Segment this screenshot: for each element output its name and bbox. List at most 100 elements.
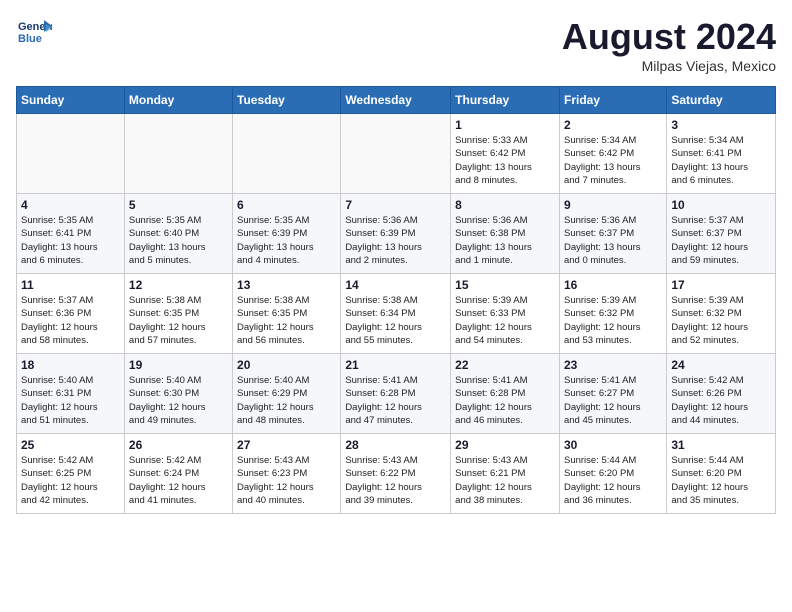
header-cell-saturday: Saturday bbox=[667, 87, 776, 114]
day-number: 1 bbox=[455, 118, 555, 132]
day-cell bbox=[17, 114, 125, 194]
day-cell: 7 Sunrise: 5:36 AM Sunset: 6:39 PM Daylig… bbox=[341, 194, 451, 274]
day-cell: 3 Sunrise: 5:34 AM Sunset: 6:41 PM Daylig… bbox=[667, 114, 776, 194]
day-number: 30 bbox=[564, 438, 662, 452]
day-info: Sunrise: 5:37 AM Sunset: 6:37 PM Dayligh… bbox=[671, 214, 771, 267]
day-info: Sunrise: 5:40 AM Sunset: 6:29 PM Dayligh… bbox=[237, 374, 336, 427]
day-cell: 4Sunrise: 5:35 AM Sunset: 6:41 PM Daylig… bbox=[17, 194, 125, 274]
header-cell-wednesday: Wednesday bbox=[341, 87, 451, 114]
day-number: 28 bbox=[345, 438, 446, 452]
day-info: Sunrise: 5:40 AM Sunset: 6:30 PM Dayligh… bbox=[129, 374, 228, 427]
day-cell bbox=[124, 114, 232, 194]
day-cell: 19 Sunrise: 5:40 AM Sunset: 6:30 PM Dayli… bbox=[124, 354, 232, 434]
day-cell bbox=[341, 114, 451, 194]
calendar-header: SundayMondayTuesdayWednesdayThursdayFrid… bbox=[17, 87, 776, 114]
day-number: 5 bbox=[129, 198, 228, 212]
header-cell-tuesday: Tuesday bbox=[233, 87, 341, 114]
logo: General Blue bbox=[16, 16, 56, 52]
day-info: Sunrise: 5:38 AM Sunset: 6:35 PM Dayligh… bbox=[129, 294, 228, 347]
day-number: 29 bbox=[455, 438, 555, 452]
day-info: Sunrise: 5:42 AM Sunset: 6:24 PM Dayligh… bbox=[129, 454, 228, 507]
week-row-5: 25 Sunrise: 5:42 AM Sunset: 6:25 PM Dayli… bbox=[17, 434, 776, 514]
day-cell: 27 Sunrise: 5:43 AM Sunset: 6:23 PM Dayli… bbox=[233, 434, 341, 514]
day-cell: 31 Sunrise: 5:44 AM Sunset: 6:20 PM Dayli… bbox=[667, 434, 776, 514]
day-info: Sunrise: 5:42 AM Sunset: 6:26 PM Dayligh… bbox=[671, 374, 771, 427]
day-number: 12 bbox=[129, 278, 228, 292]
day-info: Sunrise: 5:43 AM Sunset: 6:21 PM Dayligh… bbox=[455, 454, 555, 507]
day-cell: 18Sunrise: 5:40 AM Sunset: 6:31 PM Dayli… bbox=[17, 354, 125, 434]
day-info: Sunrise: 5:42 AM Sunset: 6:25 PM Dayligh… bbox=[21, 454, 120, 507]
day-number: 24 bbox=[671, 358, 771, 372]
day-cell: 1 Sunrise: 5:33 AM Sunset: 6:42 PM Daylig… bbox=[451, 114, 560, 194]
day-number: 16 bbox=[564, 278, 662, 292]
day-info: Sunrise: 5:39 AM Sunset: 6:32 PM Dayligh… bbox=[671, 294, 771, 347]
day-cell: 21 Sunrise: 5:41 AM Sunset: 6:28 PM Dayli… bbox=[341, 354, 451, 434]
day-number: 3 bbox=[671, 118, 771, 132]
day-info: Sunrise: 5:38 AM Sunset: 6:35 PM Dayligh… bbox=[237, 294, 336, 347]
logo-icon: General Blue bbox=[16, 16, 52, 52]
day-cell: 6 Sunrise: 5:35 AM Sunset: 6:39 PM Daylig… bbox=[233, 194, 341, 274]
title-block: August 2024 Milpas Viejas, Mexico bbox=[562, 16, 776, 74]
day-cell: 14 Sunrise: 5:38 AM Sunset: 6:34 PM Dayli… bbox=[341, 274, 451, 354]
day-info: Sunrise: 5:43 AM Sunset: 6:23 PM Dayligh… bbox=[237, 454, 336, 507]
day-number: 9 bbox=[564, 198, 662, 212]
day-info: Sunrise: 5:35 AM Sunset: 6:41 PM Dayligh… bbox=[21, 214, 120, 267]
day-info: Sunrise: 5:44 AM Sunset: 6:20 PM Dayligh… bbox=[671, 454, 771, 507]
day-cell: 24 Sunrise: 5:42 AM Sunset: 6:26 PM Dayli… bbox=[667, 354, 776, 434]
day-number: 18 bbox=[21, 358, 120, 372]
day-number: 22 bbox=[455, 358, 555, 372]
day-cell: 22Sunrise: 5:41 AM Sunset: 6:28 PM Dayli… bbox=[451, 354, 560, 434]
calendar-body: 1 Sunrise: 5:33 AM Sunset: 6:42 PM Daylig… bbox=[17, 114, 776, 514]
day-number: 20 bbox=[237, 358, 336, 372]
day-cell: 17 Sunrise: 5:39 AM Sunset: 6:32 PM Dayli… bbox=[667, 274, 776, 354]
calendar-table: SundayMondayTuesdayWednesdayThursdayFrid… bbox=[16, 86, 776, 514]
day-number: 2 bbox=[564, 118, 662, 132]
day-info: Sunrise: 5:34 AM Sunset: 6:42 PM Dayligh… bbox=[564, 134, 662, 187]
week-row-4: 18Sunrise: 5:40 AM Sunset: 6:31 PM Dayli… bbox=[17, 354, 776, 434]
day-info: Sunrise: 5:39 AM Sunset: 6:33 PM Dayligh… bbox=[455, 294, 555, 347]
day-number: 6 bbox=[237, 198, 336, 212]
header-row: SundayMondayTuesdayWednesdayThursdayFrid… bbox=[17, 87, 776, 114]
header-cell-friday: Friday bbox=[559, 87, 666, 114]
day-info: Sunrise: 5:36 AM Sunset: 6:38 PM Dayligh… bbox=[455, 214, 555, 267]
day-number: 15 bbox=[455, 278, 555, 292]
day-number: 19 bbox=[129, 358, 228, 372]
day-cell: 10Sunrise: 5:37 AM Sunset: 6:37 PM Dayli… bbox=[667, 194, 776, 274]
week-row-3: 11Sunrise: 5:37 AM Sunset: 6:36 PM Dayli… bbox=[17, 274, 776, 354]
day-number: 23 bbox=[564, 358, 662, 372]
week-row-2: 4Sunrise: 5:35 AM Sunset: 6:41 PM Daylig… bbox=[17, 194, 776, 274]
day-cell: 16Sunrise: 5:39 AM Sunset: 6:32 PM Dayli… bbox=[559, 274, 666, 354]
day-info: Sunrise: 5:36 AM Sunset: 6:39 PM Dayligh… bbox=[345, 214, 446, 267]
day-info: Sunrise: 5:33 AM Sunset: 6:42 PM Dayligh… bbox=[455, 134, 555, 187]
day-number: 25 bbox=[21, 438, 120, 452]
day-cell: 9 Sunrise: 5:36 AM Sunset: 6:37 PM Daylig… bbox=[559, 194, 666, 274]
week-row-1: 1 Sunrise: 5:33 AM Sunset: 6:42 PM Daylig… bbox=[17, 114, 776, 194]
header-cell-sunday: Sunday bbox=[17, 87, 125, 114]
day-cell: 12 Sunrise: 5:38 AM Sunset: 6:35 PM Dayli… bbox=[124, 274, 232, 354]
day-info: Sunrise: 5:36 AM Sunset: 6:37 PM Dayligh… bbox=[564, 214, 662, 267]
day-number: 13 bbox=[237, 278, 336, 292]
day-number: 17 bbox=[671, 278, 771, 292]
day-number: 14 bbox=[345, 278, 446, 292]
day-info: Sunrise: 5:43 AM Sunset: 6:22 PM Dayligh… bbox=[345, 454, 446, 507]
day-cell: 2 Sunrise: 5:34 AM Sunset: 6:42 PM Daylig… bbox=[559, 114, 666, 194]
day-cell: 29 Sunrise: 5:43 AM Sunset: 6:21 PM Dayli… bbox=[451, 434, 560, 514]
day-info: Sunrise: 5:35 AM Sunset: 6:39 PM Dayligh… bbox=[237, 214, 336, 267]
header-cell-monday: Monday bbox=[124, 87, 232, 114]
day-cell: 13 Sunrise: 5:38 AM Sunset: 6:35 PM Dayli… bbox=[233, 274, 341, 354]
day-number: 8 bbox=[455, 198, 555, 212]
subtitle: Milpas Viejas, Mexico bbox=[562, 58, 776, 74]
day-info: Sunrise: 5:41 AM Sunset: 6:28 PM Dayligh… bbox=[345, 374, 446, 427]
day-number: 7 bbox=[345, 198, 446, 212]
day-number: 31 bbox=[671, 438, 771, 452]
day-number: 21 bbox=[345, 358, 446, 372]
day-cell: 11Sunrise: 5:37 AM Sunset: 6:36 PM Dayli… bbox=[17, 274, 125, 354]
day-number: 11 bbox=[21, 278, 120, 292]
day-cell: 26 Sunrise: 5:42 AM Sunset: 6:24 PM Dayli… bbox=[124, 434, 232, 514]
day-info: Sunrise: 5:34 AM Sunset: 6:41 PM Dayligh… bbox=[671, 134, 771, 187]
day-info: Sunrise: 5:44 AM Sunset: 6:20 PM Dayligh… bbox=[564, 454, 662, 507]
day-number: 26 bbox=[129, 438, 228, 452]
main-title: August 2024 bbox=[562, 16, 776, 58]
day-number: 27 bbox=[237, 438, 336, 452]
day-info: Sunrise: 5:38 AM Sunset: 6:34 PM Dayligh… bbox=[345, 294, 446, 347]
